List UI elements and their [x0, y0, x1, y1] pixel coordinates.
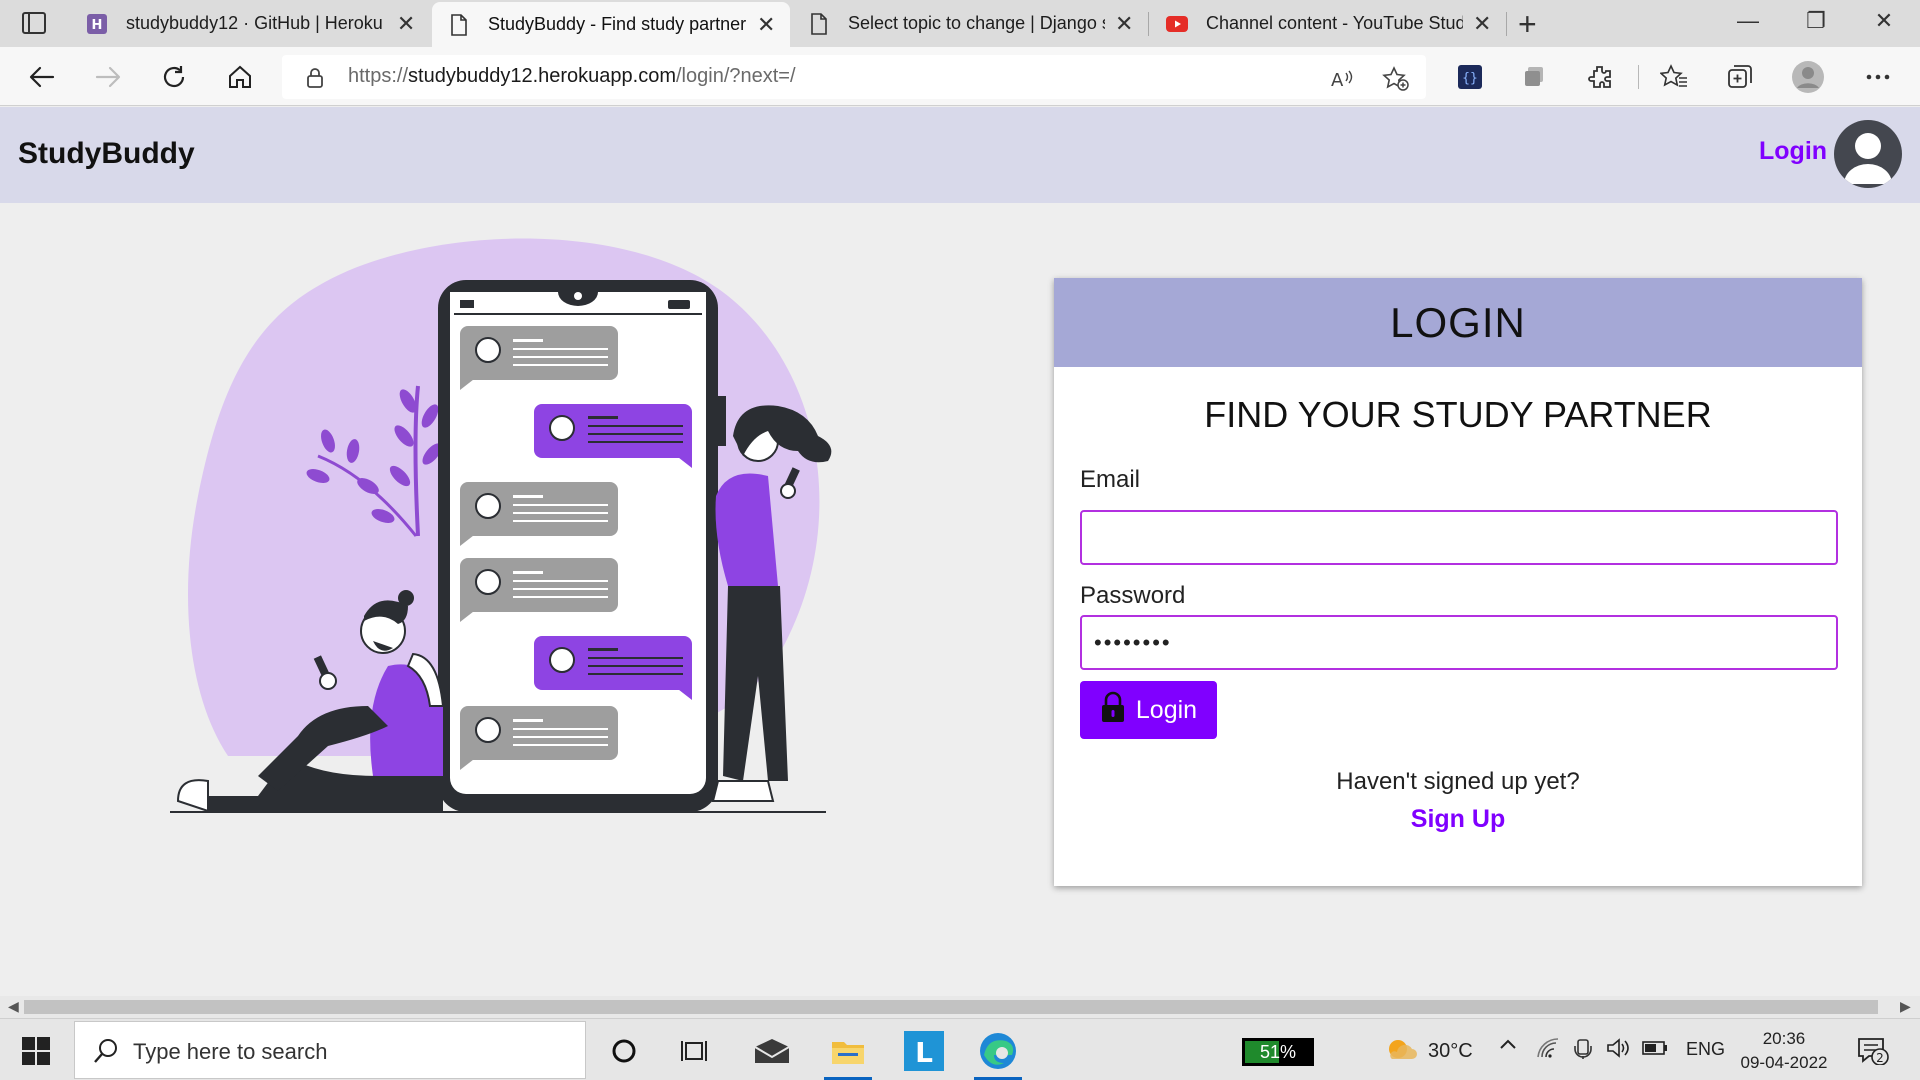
tab-django[interactable]: Select topic to change | Django s ✕ [792, 0, 1148, 47]
file-explorer-icon[interactable] [818, 1025, 878, 1080]
favorites-icon[interactable] [1654, 57, 1694, 97]
toolbar-divider [1638, 65, 1639, 89]
language-indicator[interactable]: ENG [1686, 1039, 1725, 1060]
password-label: Password [1080, 582, 1186, 609]
login-subheading: FIND YOUR STUDY PARTNER [1204, 394, 1712, 435]
tab-actions-menu-icon[interactable] [22, 12, 46, 34]
login-heading: LOGIN [1390, 298, 1526, 346]
search-icon [93, 1038, 119, 1069]
tab-title: Select topic to change | Django s [848, 13, 1105, 33]
tab-title: Channel content - YouTube Studi [1206, 13, 1463, 33]
clock-date: 09-04-2022 [1740, 1053, 1828, 1072]
close-icon[interactable]: ✕ [1471, 11, 1495, 37]
scroll-right-arrow-icon[interactable]: ▶ [1900, 998, 1911, 1015]
windows-taskbar: Type here to search L 51% 30°C ENG 20:36… [0, 1018, 1920, 1080]
lumina-app-icon[interactable]: L [894, 1025, 954, 1077]
volume-icon[interactable] [1606, 1037, 1632, 1064]
user-avatar-icon[interactable] [1834, 120, 1902, 188]
login-card-header: LOGIN [1054, 278, 1862, 367]
minimize-button[interactable]: — [1724, 8, 1772, 34]
back-button[interactable] [22, 57, 62, 97]
email-label: Email [1080, 466, 1141, 493]
read-aloud-icon[interactable]: A [1328, 65, 1356, 93]
browser-tab-strip: H studybuddy12 · GitHub | Heroku ✕ Study… [0, 0, 1920, 47]
email-field[interactable] [1080, 510, 1838, 565]
study-partner-illustration [168, 236, 858, 816]
login-card: LOGIN FIND YOUR STUDY PARTNER Email Pass… [1054, 278, 1862, 886]
show-hidden-icons-chevron-icon[interactable] [1498, 1035, 1518, 1060]
mail-app-icon[interactable] [742, 1025, 802, 1077]
edge-browser-icon[interactable] [968, 1025, 1028, 1080]
notification-count: 2 [1876, 1051, 1884, 1065]
lock-icon[interactable] [306, 67, 324, 94]
restore-button[interactable]: ❐ [1792, 8, 1840, 34]
extensions-icon[interactable] [1580, 57, 1620, 97]
close-icon[interactable]: ✕ [1113, 11, 1137, 37]
page-icon [448, 13, 470, 36]
collections-icon[interactable] [1720, 57, 1760, 97]
temperature-label: 30°C [1428, 1039, 1473, 1062]
tab-youtube-studio[interactable]: Channel content - YouTube Studi ✕ [1150, 0, 1506, 47]
new-tab-button[interactable]: + [1518, 6, 1537, 43]
json-extension-icon[interactable]: {} [1450, 57, 1490, 97]
close-icon[interactable]: ✕ [754, 12, 778, 38]
tab-divider [1148, 12, 1149, 36]
browser-toolbar: https://studybuddy12.herokuapp.com/login… [0, 47, 1920, 106]
scrollbar-thumb[interactable] [24, 1000, 1878, 1014]
cortana-icon[interactable] [594, 1025, 654, 1077]
battery-percent-label: 51% [1259, 1041, 1297, 1062]
battery-icon[interactable] [1642, 1040, 1668, 1061]
svg-text:L: L [915, 1036, 933, 1069]
url-path: /login/?next=/ [676, 65, 796, 87]
weather-widget[interactable]: 30°C [1384, 1037, 1473, 1065]
clock-time: 20:36 [1762, 1029, 1806, 1048]
taskbar-clock[interactable]: 20:36 09-04-2022 [1734, 1027, 1834, 1075]
tab-title: studybuddy12 · GitHub | Heroku [126, 13, 383, 33]
login-submit-button[interactable]: Login [1080, 681, 1217, 739]
close-icon[interactable]: ✕ [394, 11, 418, 37]
password-field[interactable] [1080, 615, 1838, 670]
url-text[interactable]: https://studybuddy12.herokuapp.com/login… [348, 65, 796, 88]
weather-sun-cloud-icon [1389, 1040, 1417, 1059]
address-bar[interactable]: https://studybuddy12.herokuapp.com/login… [282, 55, 1426, 99]
windows-start-icon[interactable] [22, 1037, 50, 1065]
network-icon[interactable] [1536, 1037, 1560, 1064]
profile-avatar-icon[interactable] [1788, 57, 1828, 97]
signup-link[interactable]: Sign Up [1054, 805, 1862, 834]
scroll-left-arrow-icon[interactable]: ◀ [8, 998, 19, 1015]
taskbar-search-box[interactable]: Type here to search [74, 1021, 586, 1079]
meeting-icon[interactable] [1572, 1037, 1594, 1064]
header-login-link[interactable]: Login [1759, 137, 1827, 166]
site-brand[interactable]: StudyBuddy [18, 137, 195, 171]
notification-center-icon[interactable]: 2 [1857, 1037, 1889, 1070]
tab-divider [1506, 12, 1507, 36]
svg-text:{}: {} [1462, 71, 1478, 86]
svg-text:A: A [1331, 70, 1344, 90]
more-options-icon[interactable] [1858, 57, 1898, 97]
task-view-icon[interactable] [664, 1025, 724, 1077]
battery-percent-badge[interactable]: 51% [1242, 1038, 1314, 1066]
login-submit-label: Login [1135, 695, 1198, 724]
heroku-icon: H [86, 13, 108, 35]
refresh-button[interactable] [154, 57, 194, 97]
forward-button[interactable] [88, 57, 128, 97]
signup-prompt: Haven't signed up yet? [1336, 768, 1580, 795]
svg-text:H: H [92, 18, 103, 33]
home-button[interactable] [220, 57, 260, 97]
tab-title: StudyBuddy - Find study partner [488, 14, 747, 34]
tab-heroku[interactable]: H studybuddy12 · GitHub | Heroku ✕ [70, 0, 430, 47]
horizontal-scrollbar[interactable]: ◀ ▶ [0, 996, 1920, 1018]
add-favorite-icon[interactable] [1382, 65, 1410, 93]
collections-extension-icon[interactable] [1514, 57, 1554, 97]
page-icon [808, 12, 830, 35]
close-window-button[interactable]: ✕ [1860, 8, 1908, 34]
tab-studybuddy[interactable]: StudyBuddy - Find study partner ✕ [432, 2, 790, 47]
youtube-icon [1166, 13, 1188, 35]
site-header: StudyBuddy Login [0, 107, 1920, 203]
lock-icon [1100, 691, 1126, 730]
search-placeholder: Type here to search [133, 1039, 328, 1064]
url-host: studybuddy12.herokuapp.com [408, 65, 676, 87]
url-scheme: https:// [348, 65, 409, 87]
